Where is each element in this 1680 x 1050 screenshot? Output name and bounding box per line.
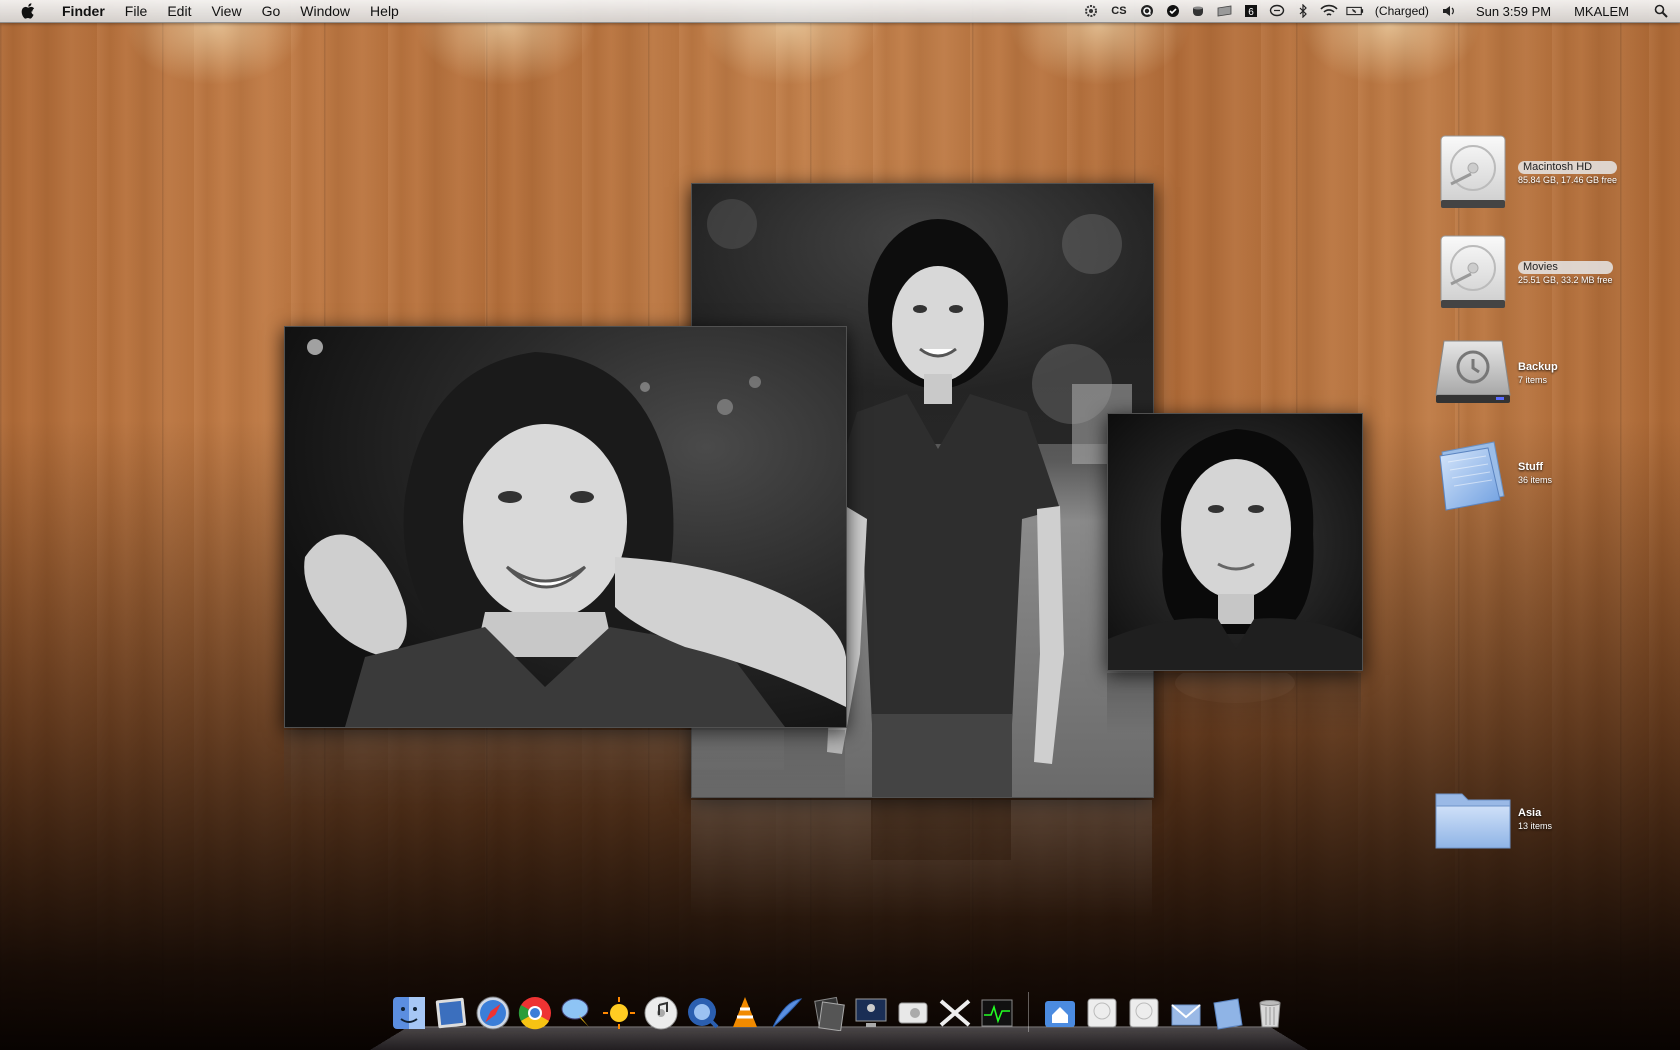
menu-edit[interactable]: Edit (157, 0, 201, 22)
chrome-icon[interactable] (516, 994, 554, 1032)
desktop-photo-smiling[interactable] (284, 326, 847, 728)
photo-reflection-smiling (284, 730, 845, 810)
battery-icon[interactable] (1346, 2, 1364, 20)
documents-folder-icon[interactable] (1209, 994, 1247, 1032)
desktop-icon-movies[interactable]: Movies 25.51 GB, 33.2 MB free (1434, 234, 1613, 312)
cup-status-icon[interactable] (1190, 2, 1208, 20)
battery-status-text[interactable]: (Charged) (1375, 4, 1429, 18)
user-name[interactable]: MKALEM (1574, 4, 1629, 19)
dock-items (390, 992, 1289, 1032)
icon-info: 7 items (1518, 374, 1548, 385)
status-menus: CS 6 (Charged) Sun 3:59 PM MKALEM (1078, 0, 1680, 22)
photos-icon[interactable] (810, 994, 848, 1032)
apple-menu-icon[interactable] (18, 1, 38, 21)
weather-icon[interactable] (600, 994, 638, 1032)
chat-status-icon[interactable] (1268, 2, 1286, 20)
icon-label: Macintosh HD (1518, 160, 1618, 174)
icon-info: 25.51 GB, 33.2 MB free (1518, 274, 1613, 285)
wifi-icon[interactable] (1320, 2, 1338, 20)
flag-status-icon[interactable] (1216, 2, 1234, 20)
desktop-icon-asia[interactable]: Asia 13 items (1434, 780, 1552, 858)
dock-separator (1028, 992, 1029, 1032)
menu-file[interactable]: File (115, 0, 158, 22)
drive-icon[interactable] (1125, 994, 1163, 1032)
gear-status-icon[interactable] (1082, 2, 1100, 20)
menu-view[interactable]: View (201, 0, 251, 22)
hard-drive-icon (1434, 134, 1512, 212)
mail-icon[interactable] (1167, 994, 1205, 1032)
quicktime-icon[interactable] (684, 994, 722, 1032)
activity-monitor-icon[interactable] (978, 994, 1016, 1032)
q-status-icon[interactable] (1138, 2, 1156, 20)
folder-icon (1434, 434, 1512, 512)
menu-app-name[interactable]: Finder (52, 0, 115, 22)
quill-icon[interactable] (768, 994, 806, 1032)
clock[interactable]: Sun 3:59 PM (1476, 4, 1551, 19)
icon-label: Backup (1518, 360, 1558, 373)
drive-icon[interactable] (1083, 994, 1121, 1032)
folder-icon (1434, 780, 1512, 858)
menu-go[interactable]: Go (252, 0, 291, 22)
icon-label: Movies (1518, 260, 1613, 274)
photo-reflection-portrait (1107, 673, 1361, 733)
finder-icon[interactable] (390, 994, 428, 1032)
photo-reflection-standing (691, 800, 1152, 920)
svg-text:6: 6 (1248, 7, 1254, 18)
desktop[interactable]: Finder File Edit View Go Window Help CS (0, 0, 1680, 1050)
desktop-icon-macintosh-hd[interactable]: Macintosh HD 85.84 GB, 17.46 GB free (1434, 134, 1618, 212)
volume-icon[interactable] (1440, 2, 1458, 20)
icon-info: 85.84 GB, 17.46 GB free (1518, 174, 1618, 185)
check-status-icon[interactable] (1164, 2, 1182, 20)
x11-icon[interactable] (936, 994, 974, 1032)
icon-label: Stuff (1518, 460, 1544, 473)
hard-drive-icon (1434, 234, 1512, 312)
cs-status-icon[interactable]: CS (1108, 2, 1130, 20)
menu-help[interactable]: Help (360, 0, 409, 22)
icon-info: 13 items (1518, 820, 1553, 831)
itunes-icon[interactable] (642, 994, 680, 1032)
desktop-photo-portrait[interactable] (1107, 413, 1363, 671)
dock (370, 988, 1308, 1050)
system-profiler-icon[interactable] (894, 994, 932, 1032)
menu-window[interactable]: Window (290, 0, 360, 22)
spotlight-search-icon[interactable] (1652, 2, 1670, 20)
bluetooth-icon[interactable] (1294, 2, 1312, 20)
desktop-icon-stuff[interactable]: Stuff 36 items (1434, 434, 1552, 512)
home-folder-icon[interactable] (1041, 994, 1079, 1032)
ichat-icon[interactable] (558, 994, 596, 1032)
six-status-icon[interactable]: 6 (1242, 2, 1260, 20)
icon-info: 36 items (1518, 474, 1553, 485)
time-machine-drive-icon (1434, 334, 1512, 412)
desktop-icon[interactable] (852, 994, 890, 1032)
trash-icon[interactable] (1251, 994, 1289, 1032)
icon-label: Asia (1518, 806, 1542, 819)
menu-bar: Finder File Edit View Go Window Help CS (0, 0, 1680, 23)
iphoto-icon[interactable] (432, 994, 470, 1032)
desktop-icon-backup[interactable]: Backup 7 items (1434, 334, 1558, 412)
vlc-icon[interactable] (726, 994, 764, 1032)
safari-icon[interactable] (474, 994, 512, 1032)
